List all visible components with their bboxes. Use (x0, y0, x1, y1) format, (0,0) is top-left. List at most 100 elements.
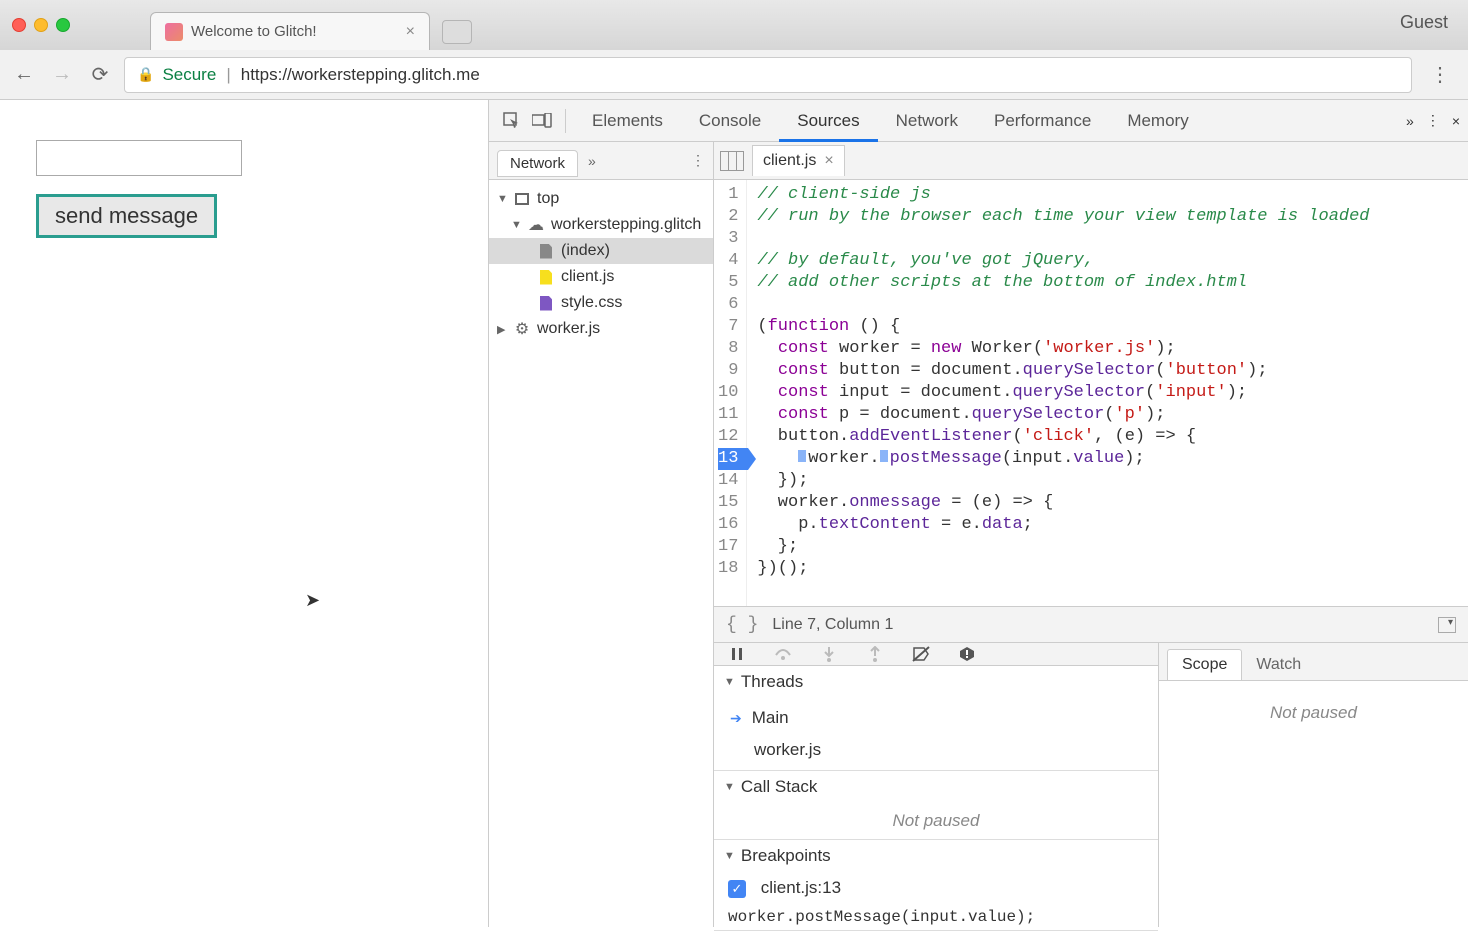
callstack-section: ▼ Call Stack Not paused (714, 771, 1158, 840)
tab-watch[interactable]: Watch (1242, 650, 1315, 680)
devtools-close-button[interactable]: × (1452, 113, 1460, 129)
breakpoints-header[interactable]: ▼ Breakpoints (714, 840, 1158, 872)
reload-button[interactable]: ⟳ (86, 61, 114, 89)
tree-label: worker.js (537, 320, 600, 338)
step-out-button[interactable] (864, 643, 886, 665)
callstack-label: Call Stack (741, 777, 818, 797)
breakpoint-code: worker.postMessage(input.value); (714, 904, 1158, 930)
tree-label: top (537, 190, 559, 208)
code-pane: client.js × 123456789101112131415161718 … (714, 142, 1468, 927)
expand-arrow-icon: ▼ (511, 219, 521, 231)
deactivate-breakpoints-button[interactable] (910, 643, 932, 665)
url-text: https://workerstepping.glitch.me (241, 65, 480, 85)
scope-watch-tabs: Scope Watch (1159, 643, 1468, 681)
secure-label: Secure (162, 65, 216, 85)
format-button[interactable]: { } (726, 615, 758, 635)
url-separator: | (226, 65, 230, 85)
device-toggle-button[interactable] (527, 106, 557, 136)
close-tab-button[interactable]: × (406, 23, 415, 41)
thread-item-main[interactable]: ➔ Main (714, 702, 1158, 734)
close-file-tab-button[interactable]: × (824, 152, 833, 170)
breakpoint-location: client.js:13 (761, 878, 841, 897)
tab-elements[interactable]: Elements (574, 100, 681, 141)
tree-item-style-css[interactable]: style.css (489, 290, 713, 316)
breakpoint-checkbox[interactable]: ✓ (728, 880, 746, 898)
tab-strip: Welcome to Glitch! × (150, 0, 1456, 50)
collapse-arrow-icon: ▼ (724, 781, 735, 793)
tree-item-index[interactable]: (index) (489, 238, 713, 264)
collapse-arrow-icon: ▼ (724, 850, 735, 862)
threads-section: ▼ Threads ➔ Main worker.js (714, 666, 1158, 771)
code-editor[interactable]: 123456789101112131415161718 // client-si… (714, 180, 1468, 606)
debugger-right: Scope Watch Not paused (1159, 643, 1468, 927)
devtools-panel: Elements Console Sources Network Perform… (488, 100, 1468, 927)
navigator-menu-button[interactable]: ⋮ (691, 152, 705, 169)
minimize-window-button[interactable] (34, 18, 48, 32)
cursor-icon: ➤ (305, 590, 320, 611)
breakpoints-label: Breakpoints (741, 846, 831, 866)
tab-scope[interactable]: Scope (1167, 649, 1242, 680)
send-message-button[interactable]: send message (36, 194, 217, 238)
devtools-menu-button[interactable]: ⋮ (1426, 112, 1440, 129)
tree-label: style.css (561, 294, 622, 312)
debugger-pane: ▼ Threads ➔ Main worker.js (714, 642, 1468, 927)
tree-item-top[interactable]: ▼ top (489, 186, 713, 212)
close-window-button[interactable] (12, 18, 26, 32)
thread-label: Main (752, 708, 789, 728)
pane-toggle-button[interactable] (720, 151, 744, 171)
file-tab-label: client.js (763, 152, 816, 170)
tab-console[interactable]: Console (681, 100, 779, 141)
breakpoints-section: ▼ Breakpoints ✓ client.js:13 worker.post… (714, 840, 1158, 931)
code-lines: // client-side js // run by the browser … (747, 180, 1379, 606)
tab-performance[interactable]: Performance (976, 100, 1109, 141)
browser-toolbar: ← → ⟳ 🔒 Secure | https://workerstepping.… (0, 50, 1468, 100)
expand-arrow-icon: ▶ (497, 323, 507, 336)
threads-header[interactable]: ▼ Threads (714, 666, 1158, 698)
window-titlebar: Welcome to Glitch! × Guest (0, 0, 1468, 50)
pause-button[interactable] (726, 643, 748, 665)
thread-item-worker[interactable]: worker.js (714, 734, 1158, 766)
tree-item-worker-js[interactable]: ▶ ⚙ worker.js (489, 316, 713, 342)
navigator-more-button[interactable]: » (588, 153, 596, 169)
gear-icon: ⚙ (513, 320, 531, 338)
debugger-toolbar (714, 643, 1158, 666)
file-navigator-pane: Network » ⋮ ▼ top ▼ ☁ workerstepping.gli… (489, 142, 714, 927)
breakpoint-item[interactable]: ✓ client.js:13 (714, 872, 1158, 904)
maximize-window-button[interactable] (56, 18, 70, 32)
callstack-not-paused: Not paused (714, 803, 1158, 839)
threads-label: Threads (741, 672, 803, 692)
cursor-position-label: Line 7, Column 1 (772, 616, 893, 634)
frame-icon (513, 190, 531, 208)
tree-item-client-js[interactable]: client.js (489, 264, 713, 290)
tab-network[interactable]: Network (878, 100, 976, 141)
line-gutter[interactable]: 123456789101112131415161718 (714, 180, 747, 606)
coverage-toggle-button[interactable] (1438, 617, 1456, 633)
js-file-icon (537, 268, 555, 286)
browser-tab[interactable]: Welcome to Glitch! × (150, 12, 430, 50)
css-file-icon (537, 294, 555, 312)
step-into-button[interactable] (818, 643, 840, 665)
collapse-arrow-icon: ▼ (724, 676, 735, 688)
pause-on-exceptions-button[interactable] (956, 643, 978, 665)
forward-button[interactable]: → (48, 61, 76, 89)
content-area: send message ➤ Elements Console Sources … (0, 100, 1468, 927)
more-tabs-button[interactable]: » (1406, 113, 1414, 129)
message-input[interactable] (36, 140, 242, 176)
tab-sources[interactable]: Sources (779, 100, 877, 141)
file-tab-client-js[interactable]: client.js × (752, 145, 845, 176)
inspect-element-button[interactable] (497, 106, 527, 136)
tree-label: (index) (561, 242, 610, 260)
tree-item-domain[interactable]: ▼ ☁ workerstepping.glitch (489, 212, 713, 238)
scope-not-paused: Not paused (1262, 695, 1365, 731)
step-over-button[interactable] (772, 643, 794, 665)
new-tab-button[interactable] (442, 20, 472, 44)
navigator-tab-network[interactable]: Network (497, 150, 578, 177)
guest-label: Guest (1400, 12, 1448, 33)
thread-label: worker.js (754, 740, 821, 760)
back-button[interactable]: ← (10, 61, 38, 89)
page-content: send message ➤ (0, 100, 488, 927)
address-bar[interactable]: 🔒 Secure | https://workerstepping.glitch… (124, 57, 1412, 93)
callstack-header[interactable]: ▼ Call Stack (714, 771, 1158, 803)
chrome-menu-button[interactable]: ⋮ (1422, 62, 1458, 87)
tab-memory[interactable]: Memory (1109, 100, 1206, 141)
